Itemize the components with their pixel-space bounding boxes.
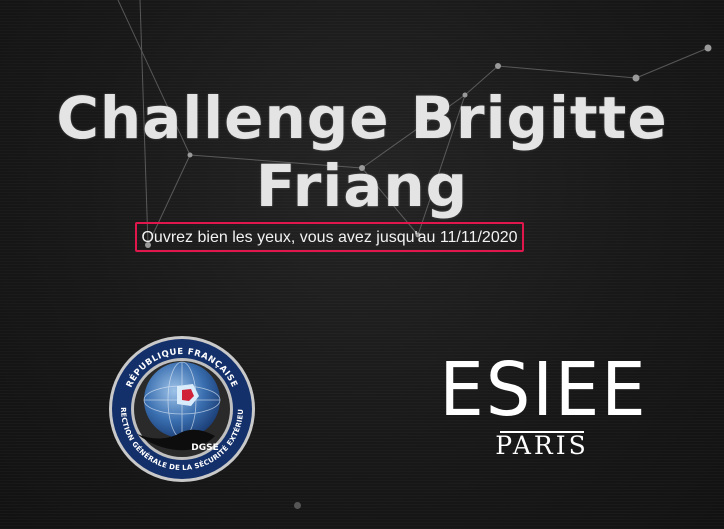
esiee-subtext: PARIS — [495, 431, 589, 460]
page-title-line-1: Challenge Brigitte — [56, 84, 668, 152]
page-title-line-2: Friang — [255, 152, 469, 220]
esiee-paris-logo: ESIEE PARIS — [434, 352, 650, 462]
dgse-logo: RÉPUBLIQUE FRANÇAISE DIRECTION GÉNÉRALE … — [107, 334, 255, 482]
deadline-subtitle: Ouvrez bien les yeux, vous avez jusqu'au… — [141, 229, 518, 246]
page-title: Challenge Brigitte Friang — [0, 84, 724, 220]
dgse-center-text: DGSE — [191, 443, 219, 453]
deadline-highlight-box: Ouvrez bien les yeux, vous avez jusqu'au… — [135, 222, 524, 252]
particle-dot — [294, 502, 301, 509]
esiee-wordmark: ESIEE — [439, 347, 648, 433]
